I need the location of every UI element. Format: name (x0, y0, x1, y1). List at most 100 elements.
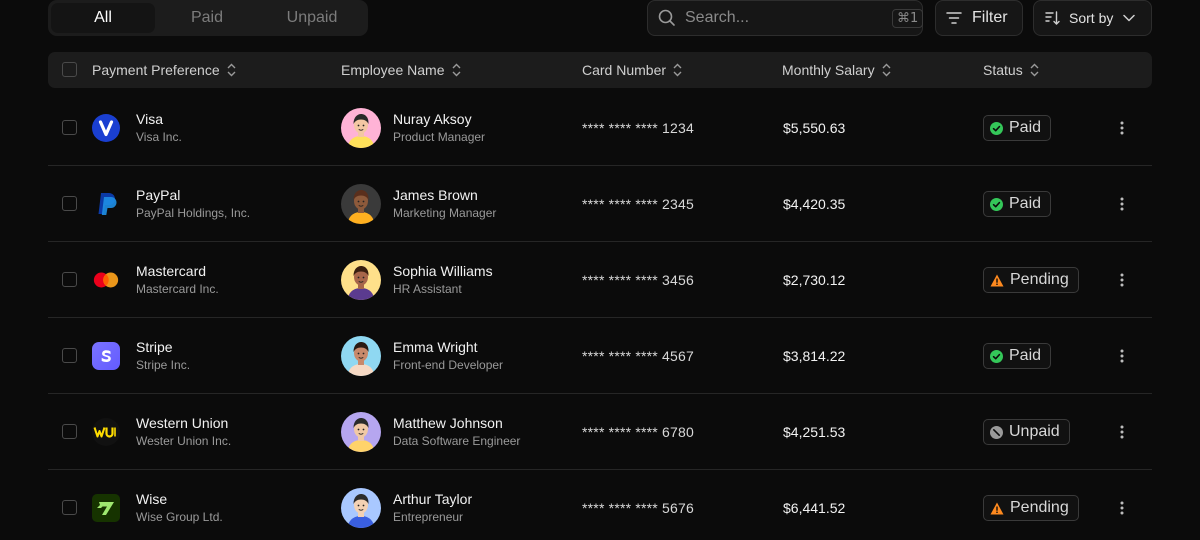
payment-preference-cell: Mastercard Mastercard Inc. (92, 242, 219, 318)
row-checkbox[interactable] (62, 272, 77, 287)
employee-role: Product Manager (393, 130, 486, 144)
payment-company-name: Mastercard Inc. (136, 282, 219, 296)
table-row[interactable]: PayPal PayPal Holdings, Inc. James Brown… (48, 166, 1152, 242)
status-label: Unpaid (1009, 423, 1060, 440)
column-header-payment-preference[interactable]: Payment Preference (92, 52, 236, 88)
card-number: **** **** **** 2345 (582, 196, 694, 212)
column-header-card-number[interactable]: Card Number (582, 52, 682, 88)
row-more-actions-button[interactable] (1110, 190, 1134, 218)
card-number-cell: **** **** **** 4567 (582, 318, 694, 394)
sort-arrows-icon (673, 63, 682, 77)
more-vertical-icon (1120, 501, 1124, 515)
search-shortcut-hint: ⌘1 (892, 8, 924, 28)
row-checkbox[interactable] (62, 120, 77, 135)
row-checkbox[interactable] (62, 348, 77, 363)
salary-cell: $2,730.12 (783, 242, 845, 318)
salary-cell: $3,814.22 (783, 318, 845, 394)
table-row[interactable]: Wise Wise Group Ltd. Arthur Taylor Entre… (48, 470, 1152, 540)
payment-preference-cell: Wise Wise Group Ltd. (92, 470, 223, 540)
salary-cell: $5,550.63 (783, 90, 845, 166)
status-badge: Paid (983, 115, 1052, 141)
tab-all[interactable]: All (51, 3, 155, 33)
row-checkbox[interactable] (62, 196, 77, 211)
sort-arrows-icon (1030, 63, 1039, 77)
column-header-label: Status (983, 62, 1023, 78)
column-header-label: Employee Name (341, 62, 445, 78)
table-row[interactable]: Stripe Stripe Inc. Emma Wright Front-end… (48, 318, 1152, 394)
status-cell: Paid (983, 166, 1052, 242)
avatar (341, 412, 381, 452)
warning-triangle-icon (990, 502, 1004, 514)
salary-cell: $4,420.35 (783, 166, 845, 242)
payment-company-name: Wester Union Inc. (136, 434, 232, 448)
warning-triangle-icon (990, 274, 1004, 286)
employee-name: Arthur Taylor (393, 491, 473, 507)
avatar (341, 260, 381, 300)
card-number: **** **** **** 1234 (582, 120, 694, 136)
table-row[interactable]: Western Union Wester Union Inc. Matthew … (48, 394, 1152, 470)
salary-cell: $6,441.52 (783, 470, 845, 540)
row-more-actions-button[interactable] (1110, 266, 1134, 294)
status-badge: Paid (983, 191, 1052, 217)
row-more-actions-button[interactable] (1110, 418, 1134, 446)
column-header-status[interactable]: Status (983, 52, 1039, 88)
avatar (341, 336, 381, 376)
column-header-monthly-salary[interactable]: Monthly Salary (782, 52, 891, 88)
more-vertical-icon (1120, 121, 1124, 135)
row-more-actions-button[interactable] (1110, 114, 1134, 142)
check-circle-icon (990, 121, 1003, 135)
status-label: Paid (1009, 195, 1042, 212)
payment-preference-cell: Stripe Stripe Inc. (92, 318, 190, 394)
row-more-actions-button[interactable] (1110, 342, 1134, 370)
filter-button[interactable]: Filter (935, 0, 1023, 36)
employee-cell: Emma Wright Front-end Developer (341, 318, 503, 394)
tab-paid[interactable]: Paid (155, 3, 259, 33)
employee-name: Sophia Williams (393, 263, 493, 279)
payment-method-name: Stripe (136, 339, 173, 355)
column-header-label: Monthly Salary (782, 62, 875, 78)
payment-company-name: Wise Group Ltd. (136, 510, 223, 524)
employee-name: James Brown (393, 187, 478, 203)
select-all-checkbox[interactable] (62, 62, 77, 77)
status-badge: Paid (983, 343, 1052, 369)
western-union-logo-icon (92, 418, 120, 446)
employee-role: Marketing Manager (393, 206, 497, 220)
sort-arrows-icon (882, 63, 891, 77)
check-circle-icon (990, 349, 1003, 363)
wise-logo-icon (92, 494, 120, 522)
tab-unpaid[interactable]: Unpaid (259, 3, 365, 33)
row-checkbox[interactable] (62, 500, 77, 515)
payment-method-name: Wise (136, 491, 168, 507)
row-more-actions-button[interactable] (1110, 494, 1134, 522)
search-icon (658, 9, 675, 26)
employee-cell: Sophia Williams HR Assistant (341, 242, 493, 318)
payment-company-name: Visa Inc. (136, 130, 182, 144)
check-circle-icon (990, 197, 1003, 211)
status-cell: Paid (983, 318, 1052, 394)
payment-preference-cell: Visa Visa Inc. (92, 90, 182, 166)
status-label: Paid (1009, 347, 1042, 364)
more-vertical-icon (1120, 425, 1124, 439)
employee-name: Matthew Johnson (393, 415, 503, 431)
monthly-salary: $4,251.53 (783, 424, 846, 440)
sort-icon (1045, 11, 1060, 25)
payment-preference-cell: PayPal PayPal Holdings, Inc. (92, 166, 250, 242)
monthly-salary: $5,550.63 (783, 120, 846, 136)
search-input[interactable] (685, 9, 892, 27)
table-row[interactable]: Visa Visa Inc. Nuray Aksoy Product Manag… (48, 90, 1152, 166)
column-header-employee-name[interactable]: Employee Name (341, 52, 461, 88)
payment-preference-cell: Western Union Wester Union Inc. (92, 394, 231, 470)
row-checkbox[interactable] (62, 424, 77, 439)
table-row[interactable]: Mastercard Mastercard Inc. Sophia Willia… (48, 242, 1152, 318)
card-number: **** **** **** 4567 (582, 348, 694, 364)
sort-arrows-icon (227, 63, 236, 77)
employee-cell: Matthew Johnson Data Software Engineer (341, 394, 520, 470)
table-header: Payment Preference Employee Name Card Nu… (48, 52, 1152, 88)
visa-logo-icon (92, 114, 120, 142)
monthly-salary: $4,420.35 (783, 196, 846, 212)
monthly-salary: $6,441.52 (783, 500, 846, 516)
status-badge: Unpaid (983, 419, 1070, 445)
avatar (341, 108, 381, 148)
employee-name: Emma Wright (393, 339, 478, 355)
sort-by-button[interactable]: Sort by (1033, 0, 1152, 36)
